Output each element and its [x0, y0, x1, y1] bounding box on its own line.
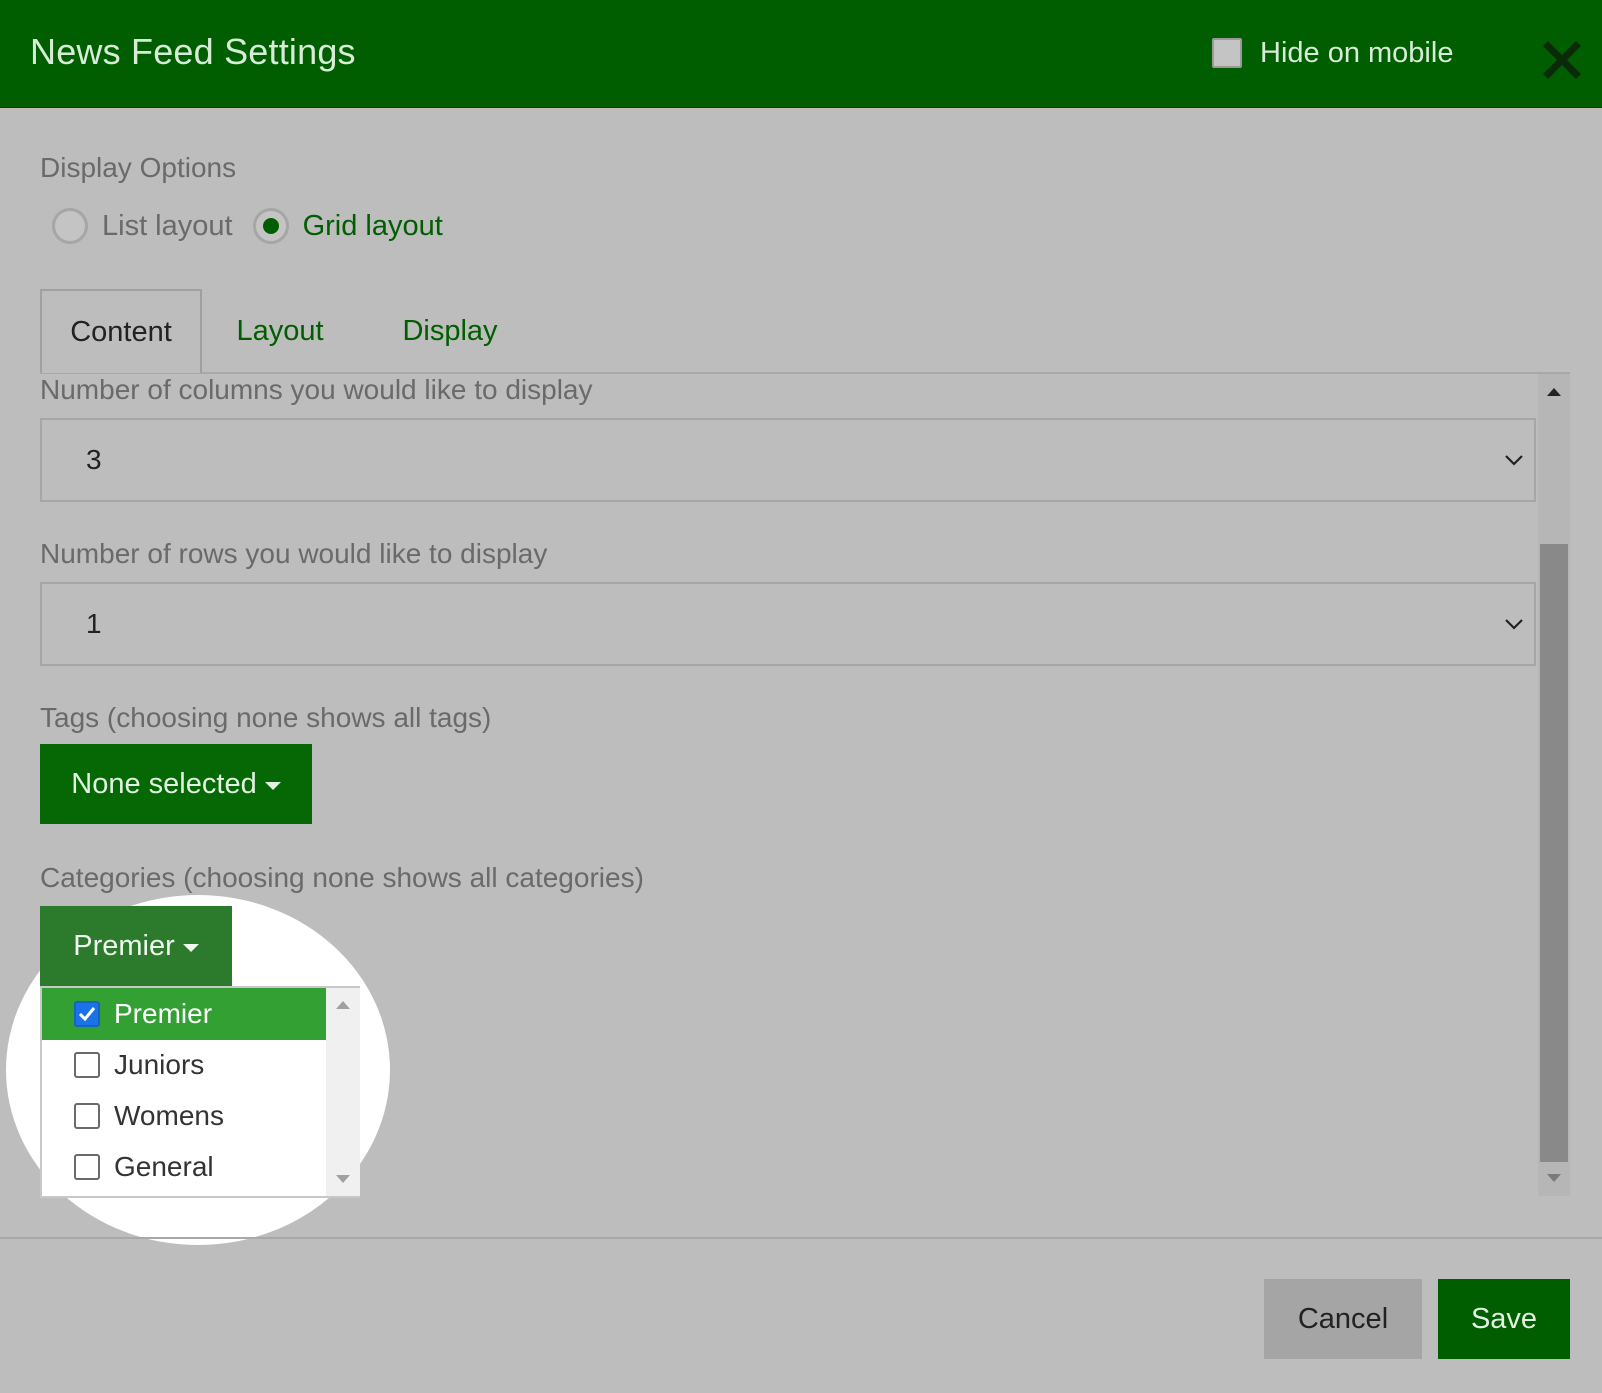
chevron-down-icon: [1505, 455, 1523, 466]
caret-down-icon: [264, 782, 281, 790]
close-icon[interactable]: [1542, 40, 1582, 80]
tab-layout[interactable]: Layout: [225, 289, 335, 373]
columns-value: 3: [86, 444, 102, 475]
radio-circle-checked[interactable]: [252, 208, 289, 244]
category-option-label: Juniors: [114, 1049, 205, 1080]
hide-on-mobile-checkbox[interactable]: [1212, 38, 1242, 68]
rows-select[interactable]: 1: [40, 582, 1536, 666]
checkmark-icon: [78, 1007, 96, 1022]
tab-content[interactable]: Content: [40, 289, 202, 373]
categories-label: Categories (choosing none shows all cate…: [40, 862, 644, 893]
tags-dropdown-button[interactable]: None selected: [40, 744, 312, 824]
scrollbar-thumb[interactable]: [1540, 544, 1568, 1162]
list-layout-radio[interactable]: List layout: [52, 208, 233, 244]
tags-button-label: None selected: [71, 767, 257, 800]
checkbox[interactable]: [74, 1103, 100, 1129]
category-option-general[interactable]: General: [42, 1141, 326, 1193]
hide-on-mobile-label: Hide on mobile: [1260, 36, 1454, 69]
category-option-label: Womens: [114, 1100, 224, 1131]
checkbox[interactable]: [74, 1052, 100, 1078]
tags-label: Tags (choosing none shows all tags): [40, 702, 492, 733]
tab-display[interactable]: Display: [385, 289, 515, 373]
category-option-womens[interactable]: Womens: [42, 1090, 326, 1142]
category-option-premier[interactable]: Premier: [42, 988, 326, 1040]
modal-header: News Feed Settings Hide on mobile: [0, 0, 1602, 108]
scroll-down-icon[interactable]: [1546, 1170, 1562, 1186]
content-scrollbar[interactable]: [1538, 374, 1570, 1196]
rows-value: 1: [86, 608, 102, 639]
scroll-up-icon[interactable]: [335, 998, 351, 1012]
menu-scrollbar[interactable]: [326, 988, 360, 1196]
modal-title: News Feed Settings: [30, 31, 356, 72]
grid-layout-radio[interactable]: Grid layout: [252, 208, 443, 244]
display-options-label: Display Options: [40, 152, 237, 183]
settings-tabs: Content Layout Display: [40, 289, 1570, 373]
radio-circle[interactable]: [52, 208, 88, 244]
scroll-down-icon[interactable]: [335, 1172, 351, 1186]
categories-button-label: Premier: [73, 929, 175, 962]
category-option-juniors[interactable]: Juniors: [42, 1039, 326, 1091]
checkbox-checked[interactable]: [74, 1001, 100, 1027]
categories-dropdown-menu: Premier Juniors Womens General: [40, 986, 360, 1198]
save-button[interactable]: Save: [1438, 1279, 1570, 1359]
list-layout-label: List layout: [102, 209, 233, 242]
categories-dropdown-button[interactable]: Premier: [40, 906, 232, 986]
checkbox[interactable]: [74, 1154, 100, 1180]
footer-divider: [0, 1237, 1602, 1239]
columns-label: Number of columns you would like to disp…: [40, 374, 593, 405]
chevron-down-icon: [1505, 619, 1523, 630]
hide-on-mobile-toggle[interactable]: Hide on mobile: [1212, 36, 1453, 70]
cancel-button[interactable]: Cancel: [1264, 1279, 1422, 1359]
category-option-label: General: [114, 1151, 214, 1182]
scroll-up-icon[interactable]: [1546, 384, 1562, 400]
grid-layout-label: Grid layout: [302, 209, 443, 242]
caret-down-icon: [182, 944, 199, 952]
layout-radio-group: List layout Grid layout: [52, 205, 463, 247]
rows-label: Number of rows you would like to display: [40, 538, 548, 569]
columns-select[interactable]: 3: [40, 418, 1536, 502]
category-option-label: Premier: [114, 998, 213, 1029]
